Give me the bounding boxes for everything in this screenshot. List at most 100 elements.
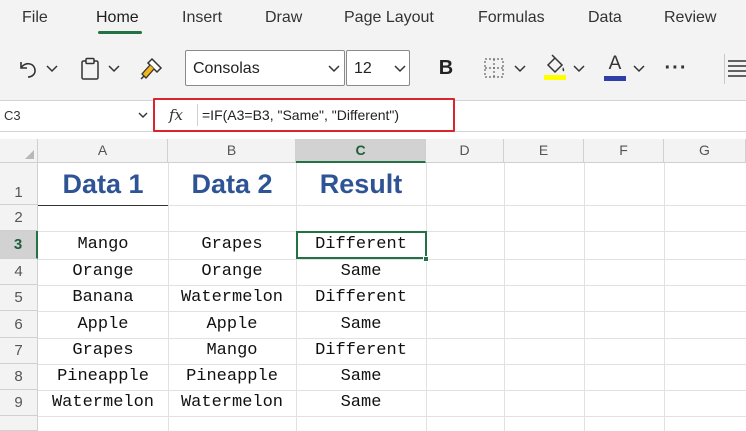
fx-divider [197, 104, 198, 126]
paste-icon [81, 57, 99, 80]
active-tab-indicator [98, 31, 142, 34]
font-size-value: 12 [354, 60, 372, 77]
column-header-b[interactable]: B [168, 139, 296, 163]
fill-handle[interactable] [423, 256, 429, 262]
gridline [38, 338, 746, 339]
paste-chevron-down-icon[interactable] [108, 65, 120, 73]
cell-b3[interactable]: Grapes [168, 235, 296, 254]
row-header-10[interactable] [0, 416, 38, 431]
font-color-chevron-down-icon[interactable] [633, 65, 645, 73]
gridline [38, 416, 746, 417]
cell-b8[interactable]: Pineapple [168, 367, 296, 386]
align-button[interactable] [728, 56, 746, 80]
formula-bar: C3 fx =IF(A3=B3, "Same", "Different") [0, 98, 746, 132]
fx-icon[interactable]: fx [169, 106, 183, 124]
row-header-7[interactable]: 7 [0, 338, 38, 364]
cell-a4[interactable]: Orange [38, 262, 168, 281]
more-icon[interactable]: ··· [660, 54, 692, 82]
font-size-chevron-down-icon [394, 65, 406, 73]
cell-c5[interactable]: Different [296, 288, 426, 307]
cell-a5[interactable]: Banana [38, 288, 168, 307]
select-all-corner[interactable] [0, 139, 38, 163]
cell-c6[interactable]: Same [296, 315, 426, 334]
name-box-value: C3 [4, 108, 21, 123]
font-color-icon: A [608, 52, 622, 74]
row-header-5[interactable]: 5 [0, 285, 38, 311]
column-header-a[interactable]: A [38, 139, 168, 163]
tab-page-layout[interactable]: Page Layout [344, 9, 434, 27]
tab-draw[interactable]: Draw [265, 9, 302, 27]
font-name-value: Consolas [193, 60, 260, 77]
row-header-4[interactable]: 4 [0, 259, 38, 285]
spreadsheet-grid: A B C D E F G 1 2 3 4 5 6 7 8 9 Data 1 D… [0, 139, 746, 431]
cell-c9[interactable]: Same [296, 393, 426, 412]
font-color-swatch [604, 75, 626, 81]
font-name-dropdown[interactable]: Consolas [185, 50, 345, 86]
cell-b4[interactable]: Orange [168, 262, 296, 281]
cell-a6[interactable]: Apple [38, 315, 168, 334]
tab-review[interactable]: Review [664, 9, 716, 27]
column-header-f[interactable]: F [584, 139, 664, 163]
select-all-icon [25, 150, 34, 159]
name-box-chevron-down-icon [138, 112, 148, 118]
fill-color-icon [544, 54, 566, 80]
font-size-dropdown[interactable]: 12 [346, 50, 410, 86]
cell-b7[interactable]: Mango [168, 341, 296, 360]
fill-color-chevron-down-icon[interactable] [573, 65, 585, 73]
cell-c8[interactable]: Same [296, 367, 426, 386]
cell-b6[interactable]: Apple [168, 315, 296, 334]
cell-a1-bottom-border [38, 205, 168, 206]
font-color-button[interactable]: A [601, 52, 629, 82]
formula-input[interactable]: =IF(A3=B3, "Same", "Different") [202, 107, 399, 123]
cell-c7[interactable]: Different [296, 341, 426, 360]
cell-c4[interactable]: Same [296, 262, 426, 281]
column-header-c[interactable]: C [296, 139, 426, 163]
cell-a7[interactable]: Grapes [38, 341, 168, 360]
row-header-2[interactable]: 2 [0, 205, 38, 231]
cell-a1[interactable]: Data 1 [38, 169, 168, 200]
column-header-e[interactable]: E [504, 139, 584, 163]
paste-button[interactable] [78, 56, 102, 82]
cell-a9[interactable]: Watermelon [38, 393, 168, 412]
gridline [38, 259, 746, 260]
tab-data[interactable]: Data [588, 9, 622, 27]
format-painter-button[interactable] [137, 55, 165, 83]
undo-button[interactable] [14, 56, 42, 82]
gridline [38, 285, 746, 286]
row-header-3[interactable]: 3 [0, 231, 38, 259]
gridline [38, 390, 746, 391]
cell-a3[interactable]: Mango [38, 235, 168, 254]
active-cell-border [296, 231, 427, 259]
align-icon [728, 60, 746, 77]
tab-home[interactable]: Home [96, 9, 139, 27]
row-header-8[interactable]: 8 [0, 364, 38, 390]
bold-button[interactable]: B [432, 54, 460, 82]
formula-highlight-frame: fx =IF(A3=B3, "Same", "Different") [153, 98, 455, 132]
cell-b1[interactable]: Data 2 [168, 169, 296, 200]
ribbon-divider [724, 54, 725, 84]
name-box[interactable]: C3 [0, 101, 152, 131]
row-header-6[interactable]: 6 [0, 311, 38, 338]
row-header-1[interactable]: 1 [0, 163, 38, 205]
undo-chevron-down-icon[interactable] [46, 65, 58, 73]
cell-c1[interactable]: Result [296, 169, 426, 200]
gridline [38, 311, 746, 312]
tab-insert[interactable]: Insert [182, 9, 222, 27]
menu-bar: File Home Insert Draw Page Layout Formul… [0, 0, 746, 38]
undo-icon [20, 62, 36, 78]
borders-icon [484, 58, 504, 78]
font-name-chevron-down-icon [328, 65, 340, 73]
row-header-9[interactable]: 9 [0, 390, 38, 416]
tab-file[interactable]: File [22, 9, 48, 27]
gridline [38, 364, 746, 365]
borders-button[interactable] [481, 55, 507, 81]
cell-b5[interactable]: Watermelon [168, 288, 296, 307]
borders-chevron-down-icon[interactable] [514, 65, 526, 73]
cell-a8[interactable]: Pineapple [38, 367, 168, 386]
column-header-g[interactable]: G [664, 139, 746, 163]
format-painter-icon [140, 57, 163, 80]
tab-formulas[interactable]: Formulas [478, 9, 545, 27]
fill-color-button[interactable] [541, 52, 569, 82]
column-header-d[interactable]: D [426, 139, 504, 163]
cell-b9[interactable]: Watermelon [168, 393, 296, 412]
